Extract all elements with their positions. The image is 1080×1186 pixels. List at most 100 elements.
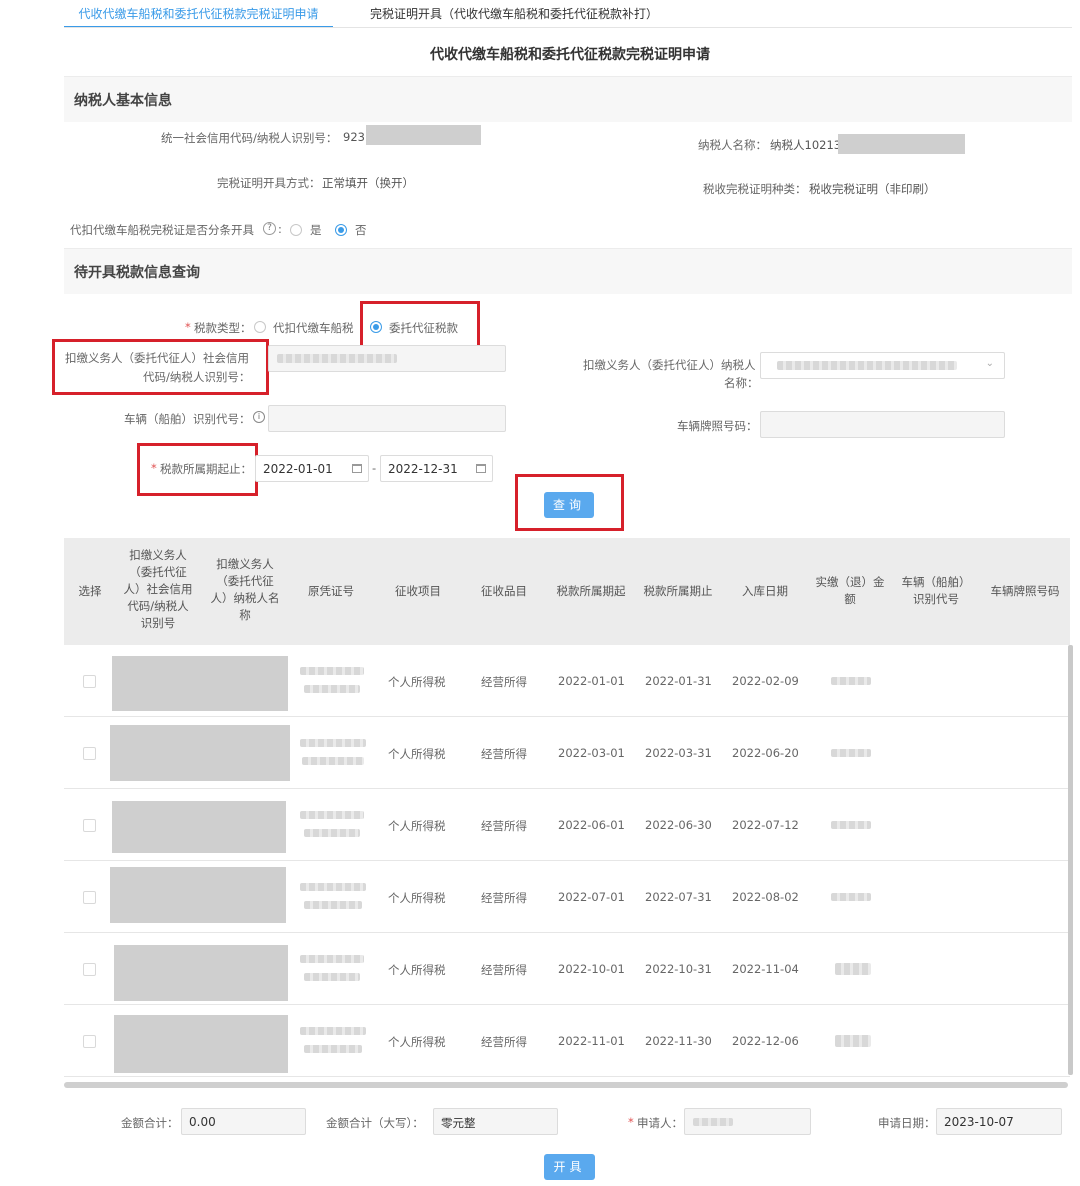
redacted-voucher-b bbox=[304, 1045, 362, 1053]
cell-end: 2022-10-31 bbox=[645, 962, 712, 976]
redacted-withholder bbox=[114, 1015, 288, 1073]
total-upper-input: 零元整 bbox=[433, 1108, 558, 1135]
row-checkbox[interactable] bbox=[83, 891, 96, 904]
redacted-voucher-a bbox=[300, 667, 364, 675]
header-period-end: 税款所属期止 bbox=[643, 584, 713, 598]
withholder-code-redaction bbox=[277, 354, 397, 363]
header-withholder-code: 扣缴义务人（委托代征人）社会信用代码/纳税人识别号 bbox=[123, 548, 193, 630]
period-start-input[interactable]: 2022-01-01 bbox=[255, 455, 369, 482]
redacted-amount bbox=[831, 893, 871, 901]
row-checkbox[interactable] bbox=[83, 747, 96, 760]
redacted-voucher-a bbox=[300, 739, 366, 747]
total-value: 0.00 bbox=[189, 1115, 216, 1129]
vertical-scrollbar[interactable] bbox=[1068, 645, 1073, 1075]
cell-category: 经营所得 bbox=[481, 891, 527, 905]
redacted-withholder bbox=[112, 801, 286, 853]
highlight-query-button bbox=[515, 474, 624, 531]
withholder-name-select[interactable]: ⌄ bbox=[760, 352, 1005, 379]
tax-type-vehicle-label: 代扣代缴车船税 bbox=[273, 321, 354, 335]
total-upper-value: 零元整 bbox=[441, 1116, 476, 1130]
header-period-start: 税款所属期起 bbox=[556, 584, 626, 598]
total-input: 0.00 bbox=[181, 1108, 306, 1135]
info-icon[interactable]: i bbox=[253, 411, 265, 423]
taxpayer-name-label: 纳税人名称： bbox=[698, 138, 767, 152]
query-section-title: 待开具税款信息查询 bbox=[74, 265, 200, 281]
redacted-withholder bbox=[114, 945, 288, 1001]
redacted-amount bbox=[831, 749, 871, 757]
table-row[interactable]: 个人所得税 经营所得 2022-10-01 2022-10-31 2022-11… bbox=[64, 933, 1070, 1005]
taxpayer-section-header: 纳税人基本信息 bbox=[64, 76, 1072, 122]
cell-end: 2022-07-31 bbox=[645, 890, 712, 904]
table-row[interactable]: 个人所得税 经营所得 2022-07-01 2022-07-31 2022-08… bbox=[64, 861, 1070, 933]
withholder-code-input[interactable] bbox=[268, 345, 506, 372]
cell-category: 经营所得 bbox=[481, 747, 527, 761]
cell-end: 2022-06-30 bbox=[645, 818, 712, 832]
cell-item: 个人所得税 bbox=[388, 747, 446, 761]
vehicle-id-input[interactable] bbox=[268, 405, 506, 432]
split-no-radio[interactable] bbox=[335, 224, 347, 236]
applicant-redaction bbox=[693, 1118, 733, 1126]
tax-type-label: 税款类型： bbox=[194, 321, 252, 335]
tab-certificate-application[interactable]: 代收代缴车船税和委托代征税款完税证明申请 bbox=[64, 4, 333, 28]
split-issue-colon: : bbox=[278, 222, 282, 236]
withholder-name-label-line2: 名称： bbox=[724, 376, 759, 390]
cell-date: 2022-06-20 bbox=[732, 746, 799, 760]
apply-date-value: 2023-10-07 bbox=[944, 1115, 1014, 1129]
plate-number-label: 车辆牌照号码： bbox=[677, 419, 758, 433]
cell-date: 2022-12-06 bbox=[732, 1034, 799, 1048]
tab-certificate-reprint[interactable]: 完税证明开具（代收代缴车船税和委托代征税款补打） bbox=[370, 4, 658, 28]
taxpayer-name-redaction bbox=[838, 134, 965, 154]
credit-code-value: 923 bbox=[343, 130, 365, 144]
redacted-voucher-a bbox=[300, 955, 364, 963]
redacted-voucher-a bbox=[300, 1027, 366, 1035]
cell-item: 个人所得税 bbox=[388, 963, 446, 977]
cell-start: 2022-03-01 bbox=[558, 746, 625, 760]
redacted-voucher-a bbox=[300, 811, 364, 819]
total-label: 金额合计： bbox=[121, 1116, 179, 1130]
total-upper-label: 金额合计（大写）： bbox=[326, 1116, 424, 1130]
redacted-voucher-b bbox=[302, 757, 364, 765]
row-checkbox[interactable] bbox=[83, 819, 96, 832]
split-no-label: 否 bbox=[355, 223, 367, 237]
highlight-period bbox=[137, 443, 258, 496]
table-row[interactable]: 个人所得税 经营所得 2022-06-01 2022-06-30 2022-07… bbox=[64, 789, 1070, 861]
split-issue-label: 代扣代缴车船税完税证是否分条开具 bbox=[70, 223, 254, 237]
row-checkbox[interactable] bbox=[83, 963, 96, 976]
withholder-name-redaction bbox=[777, 361, 957, 370]
redacted-voucher-a bbox=[300, 883, 366, 891]
apply-date-input[interactable]: 2023-10-07 bbox=[936, 1108, 1062, 1135]
applicant-input[interactable] bbox=[684, 1108, 811, 1135]
taxpayer-section-title: 纳税人基本信息 bbox=[74, 93, 172, 109]
cell-category: 经营所得 bbox=[481, 963, 527, 977]
credit-code-redaction bbox=[366, 125, 481, 145]
apply-date-label: 申请日期： bbox=[878, 1116, 936, 1130]
row-checkbox[interactable] bbox=[83, 1035, 96, 1048]
cell-date: 2022-08-02 bbox=[732, 890, 799, 904]
chevron-down-icon: ⌄ bbox=[985, 358, 994, 369]
redacted-amount bbox=[835, 963, 871, 975]
horizontal-scrollbar[interactable] bbox=[64, 1082, 1068, 1088]
cell-start: 2022-01-01 bbox=[558, 674, 625, 688]
header-levy-item: 征收项目 bbox=[395, 584, 441, 598]
table-header: 选择 扣缴义务人（委托代征人）社会信用代码/纳税人识别号 扣缴义务人（委托代征人… bbox=[64, 538, 1070, 645]
header-levy-category: 征收品目 bbox=[481, 584, 527, 598]
table-row[interactable]: 个人所得税 经营所得 2022-01-01 2022-01-31 2022-02… bbox=[64, 645, 1070, 717]
row-checkbox[interactable] bbox=[83, 675, 96, 688]
issue-method-label: 完税证明开具方式： bbox=[217, 176, 321, 190]
tax-type-vehicle-radio[interactable] bbox=[254, 321, 266, 333]
period-end-input[interactable]: 2022-12-31 bbox=[380, 455, 493, 482]
vehicle-id-label: 车辆（船舶）识别代号： bbox=[124, 412, 251, 426]
calendar-icon bbox=[476, 464, 486, 473]
cell-item: 个人所得税 bbox=[388, 891, 446, 905]
plate-number-input[interactable] bbox=[760, 411, 1005, 438]
table-row[interactable]: 个人所得税 经营所得 2022-11-01 2022-11-30 2022-12… bbox=[64, 1005, 1070, 1077]
table-row[interactable]: 个人所得税 经营所得 2022-03-01 2022-03-31 2022-06… bbox=[64, 717, 1070, 789]
redacted-withholder bbox=[110, 867, 286, 923]
redacted-amount bbox=[831, 821, 871, 829]
split-yes-radio[interactable] bbox=[290, 224, 302, 236]
help-icon[interactable]: ? bbox=[263, 222, 276, 235]
issue-button[interactable]: 开具 bbox=[544, 1154, 595, 1180]
redacted-withholder bbox=[110, 725, 290, 781]
header-storage-date: 入库日期 bbox=[742, 584, 788, 598]
taxpayer-name-value: 纳税人10213 bbox=[770, 138, 842, 152]
